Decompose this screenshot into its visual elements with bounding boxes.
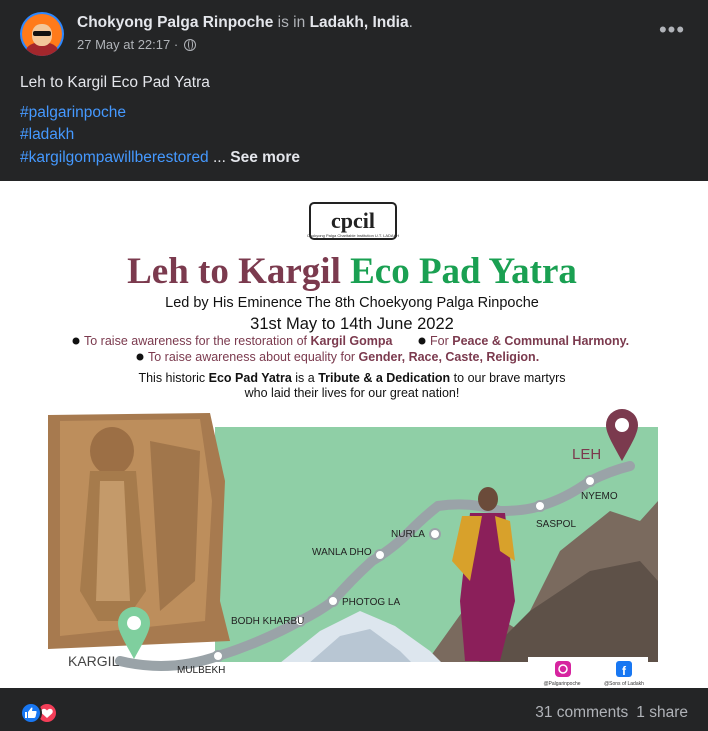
location-link[interactable]: Ladakh, India xyxy=(310,14,409,31)
stop-wanla-dho: WANLA DHO xyxy=(312,547,372,558)
poster-tribute-1: This historic Eco Pad Yatra is a Tribute… xyxy=(138,371,565,385)
post-header: Chokyong Palga Rinpoche is in Ladakh, In… xyxy=(20,12,690,58)
poster-bullet-1: To raise awareness for the restoration o… xyxy=(84,334,394,348)
poster-bullet-2: To raise awareness about equality for Ge… xyxy=(148,350,539,364)
hashtag-link[interactable]: #kargilgompawillberestored xyxy=(20,149,209,166)
stop-leh: LEH xyxy=(572,446,601,463)
instagram-icon xyxy=(555,661,571,677)
logo-text: cpcil xyxy=(331,208,375,233)
facebook-handle: @Sons of Ladakh xyxy=(604,681,644,687)
poster-graphic: cpcil Chokyong Palga Charitable Institut… xyxy=(0,181,708,688)
comments-count-link[interactable]: 31 comments xyxy=(535,704,628,721)
globe-icon xyxy=(183,39,196,51)
stop-nurla: NURLA xyxy=(391,529,425,540)
poster-led-by: Led by His Eminence The 8th Choekyong Pa… xyxy=(165,295,539,311)
poster-title: Leh to Kargil Eco Pad Yatra xyxy=(127,251,577,292)
stop-kargil: KARGIL xyxy=(68,653,120,669)
stop-nyemo: NYEMO xyxy=(581,491,618,502)
post-meta: 27 May at 22:17 · xyxy=(77,37,196,52)
is-in-text: is in xyxy=(277,14,306,31)
engagement-counts: 31 comments 1 share xyxy=(535,704,688,722)
like-icon xyxy=(20,702,42,724)
more-options-button[interactable]: ••• xyxy=(654,16,690,52)
stop-photog-la: PHOTOG LA xyxy=(342,597,400,608)
see-more-link[interactable]: See more xyxy=(230,149,300,166)
title-part1: Leh to Kargil xyxy=(127,251,341,292)
author-line: Chokyong Palga Rinpoche is in Ladakh, In… xyxy=(77,14,413,32)
stop-mulbekh: MULBEKH xyxy=(177,665,225,676)
shares-count-link[interactable]: 1 share xyxy=(636,704,688,721)
poster-bullet-1b: For Peace & Communal Harmony. xyxy=(430,334,629,348)
hashtag-link[interactable]: #palgarinpoche xyxy=(20,102,300,125)
post-timestamp[interactable]: 27 May at 22:17 · xyxy=(77,37,178,52)
hashtag-link[interactable]: #ladakh xyxy=(20,124,300,147)
poster-dates: 31st May to 14th June 2022 xyxy=(250,315,454,333)
post-title-text: Leh to Kargil Eco Pad Yatra xyxy=(20,74,210,91)
author-name[interactable]: Chokyong Palga Rinpoche xyxy=(77,14,273,31)
poster-tribute-2: who laid their lives for our great natio… xyxy=(244,386,460,400)
author-avatar[interactable] xyxy=(20,12,64,56)
post-footer: 31 comments 1 share xyxy=(0,688,708,731)
post-body: Leh to Kargil Eco Pad Yatra #palgarinpoc… xyxy=(20,72,300,169)
stop-saspol: SASPOL xyxy=(536,519,576,530)
instagram-handle: @Palgarinpoche xyxy=(543,681,580,687)
social-handles: f @Palgarinpoche @Sons of Ladakh xyxy=(528,657,648,687)
ellipsis-text: ... xyxy=(213,148,226,166)
logo-subtext: Chokyong Palga Charitable Institution U.… xyxy=(307,233,399,238)
post-image[interactable]: cpcil Chokyong Palga Charitable Institut… xyxy=(0,181,708,688)
period-text: . xyxy=(408,14,413,31)
stop-bodh-kharbu: BODH KHARBU xyxy=(231,616,304,627)
reactions-summary[interactable] xyxy=(20,702,66,724)
title-part2: Eco Pad Yatra xyxy=(350,251,577,292)
